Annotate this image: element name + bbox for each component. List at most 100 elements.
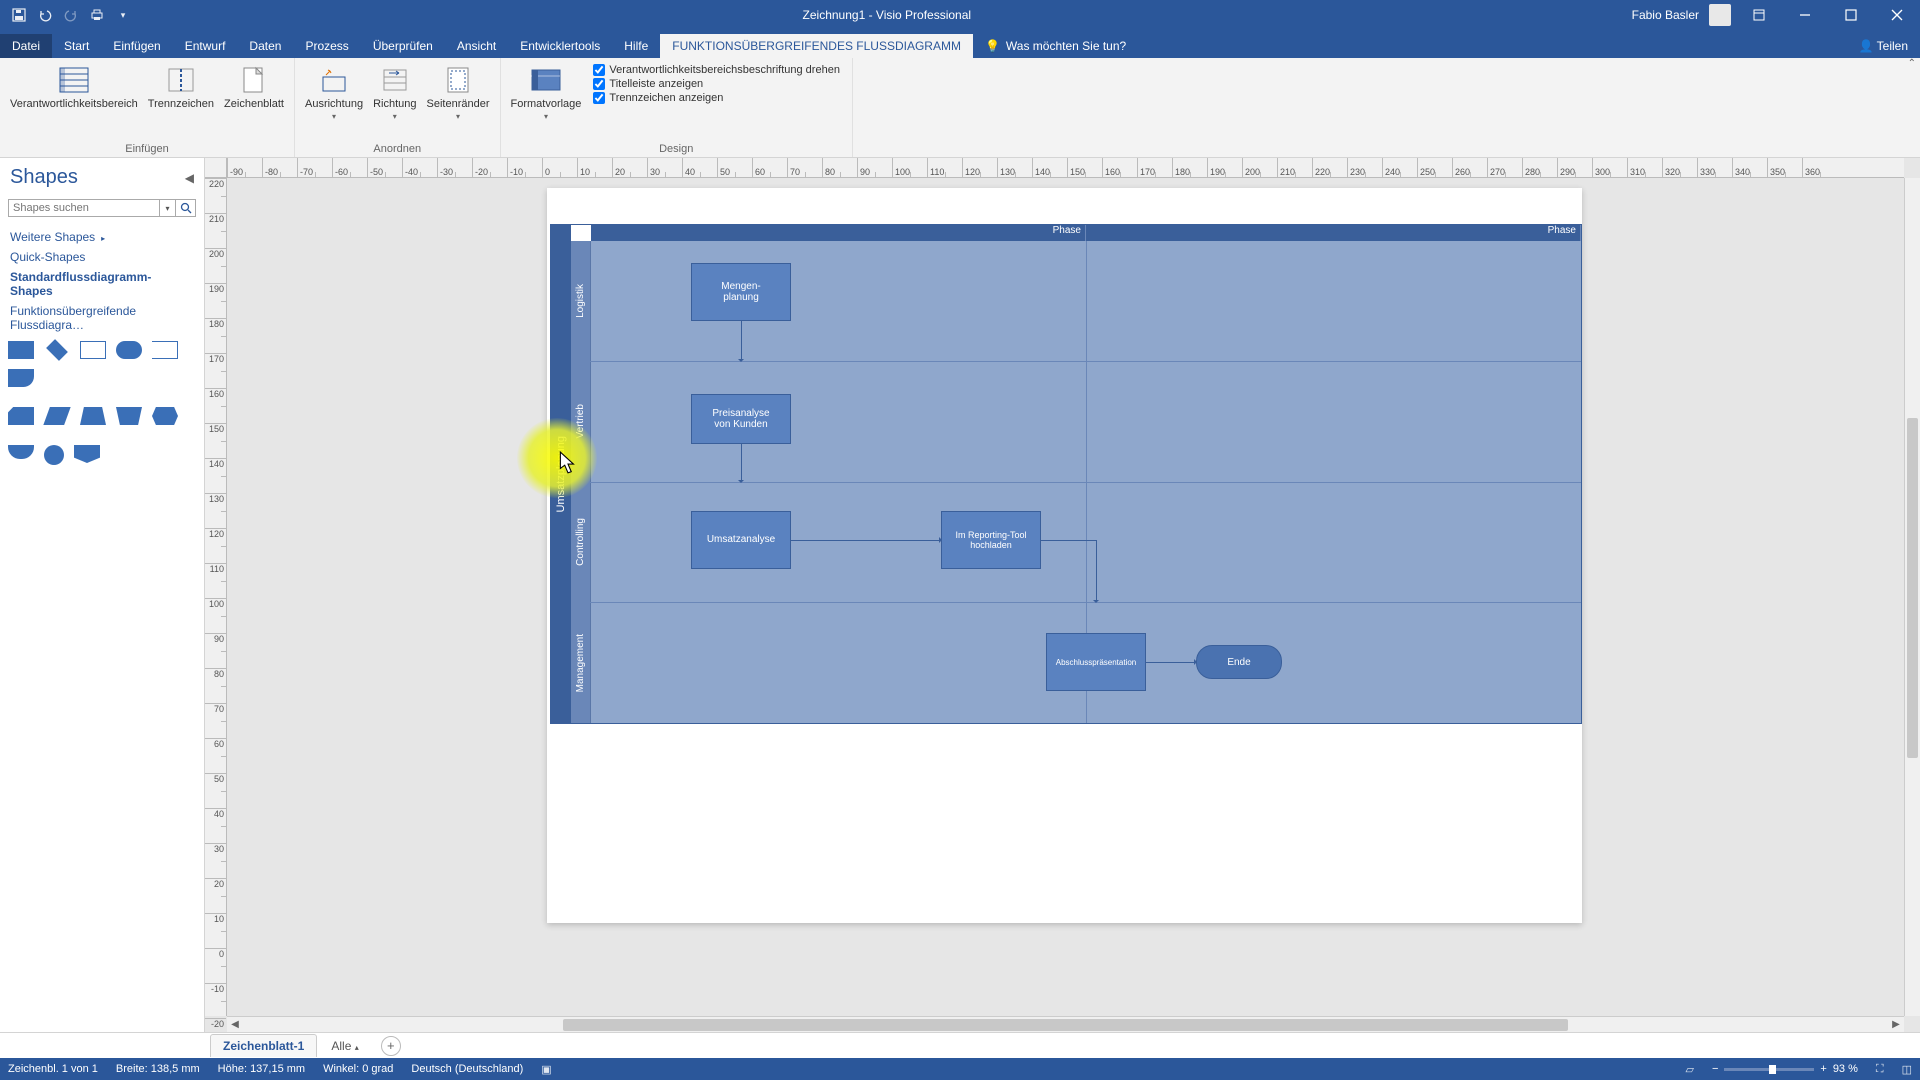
quick-shapes-link[interactable]: Quick-Shapes [0, 247, 204, 267]
tab-process[interactable]: Prozess [293, 34, 360, 58]
shapes-collapse-icon[interactable]: ◀ [185, 171, 194, 185]
style-button[interactable]: Formatvorlage [507, 62, 586, 123]
std-shapes-link[interactable]: Standardflussdiagramm-Shapes [0, 267, 204, 301]
shapes-search-input[interactable] [8, 199, 160, 217]
page-tab-all[interactable]: Alle ▴ [321, 1035, 368, 1057]
tell-me[interactable]: 💡 Was möchten Sie tun? [973, 34, 1138, 58]
page-button[interactable]: Zeichenblatt [220, 62, 288, 112]
connector[interactable] [741, 444, 742, 482]
node-umsatzanalyse[interactable]: Umsatzanalyse [691, 511, 791, 569]
status-lang[interactable]: Deutsch (Deutschland) [411, 1063, 523, 1075]
fit-page-icon[interactable]: ⛶ [1876, 1063, 1884, 1076]
save-icon[interactable] [10, 6, 28, 24]
undo-icon[interactable] [36, 6, 54, 24]
shape-card[interactable] [8, 407, 34, 425]
scroll-left-icon[interactable]: ◀ [227, 1019, 243, 1030]
presentation-mode-icon[interactable]: ▱ [1685, 1063, 1693, 1076]
tab-crossfunctional[interactable]: FUNKTIONSÜBERGREIFENDES FLUSSDIAGRAMM [660, 34, 973, 58]
tab-help[interactable]: Hilfe [612, 34, 660, 58]
node-abschluss[interactable]: Abschlusspräsentation [1046, 633, 1146, 691]
swimlane-button[interactable]: Verantwortlichkeitsbereich [6, 62, 142, 112]
titlebar-checkbox-label[interactable]: Titelleiste anzeigen [593, 78, 840, 90]
shape-delay[interactable] [8, 445, 34, 459]
drawing-page[interactable]: Umsatzplanung Phase Phase Logistik Menge… [547, 188, 1582, 923]
tab-view[interactable]: Ansicht [445, 34, 508, 58]
tab-review[interactable]: Überprüfen [361, 34, 445, 58]
node-preisanalyse[interactable]: Preisanalyse von Kunden [691, 394, 791, 444]
shape-data[interactable] [152, 341, 178, 359]
macro-record-icon[interactable]: ▣ [541, 1063, 551, 1076]
qat-customize-icon[interactable]: ▾ [114, 6, 132, 24]
zoom-level[interactable]: 93 % [1833, 1063, 1858, 1075]
print-icon[interactable] [88, 6, 106, 24]
shape-manual-op[interactable] [80, 407, 106, 425]
lane-logistik[interactable]: Logistik Mengen- planung [571, 241, 1581, 362]
shape-process[interactable] [8, 341, 34, 359]
zoom-slider[interactable] [1724, 1068, 1814, 1071]
zoom-out-icon[interactable]: − [1712, 1063, 1718, 1075]
user-name[interactable]: Fabio Basler [1632, 8, 1699, 22]
tab-insert[interactable]: Einfügen [101, 34, 172, 58]
lane-controlling[interactable]: Controlling Umsatzanalyse Im Reporting-T… [571, 483, 1581, 604]
scrollbar-horizontal[interactable]: ◀ ▶ [227, 1016, 1904, 1032]
phase-2[interactable]: Phase [1086, 225, 1581, 241]
maximize-icon[interactable] [1833, 0, 1869, 30]
shape-offpage[interactable] [74, 445, 100, 463]
status-width: Breite: 138,5 mm [116, 1063, 200, 1075]
zoom-in-icon[interactable]: + [1820, 1063, 1826, 1075]
shape-subprocess[interactable] [80, 341, 106, 359]
tab-developer[interactable]: Entwicklertools [508, 34, 612, 58]
titlebar-checkbox[interactable] [593, 78, 605, 90]
shape-preparation[interactable] [152, 407, 178, 425]
scrollbar-vertical[interactable] [1904, 178, 1920, 1016]
lane-vertrieb[interactable]: Vertrieb Preisanalyse von Kunden [571, 362, 1581, 483]
separator-button[interactable]: Trennzeichen [144, 62, 218, 112]
node-mengenplanung[interactable]: Mengen- planung [691, 263, 791, 321]
ruler-corner [205, 158, 227, 178]
tab-design[interactable]: Entwurf [173, 34, 238, 58]
pan-zoom-icon[interactable]: ◫ [1902, 1063, 1912, 1076]
swimlane-title[interactable]: Umsatzplanung [551, 225, 571, 723]
shape-document[interactable] [8, 369, 34, 387]
swimlane-container[interactable]: Umsatzplanung Phase Phase Logistik Menge… [550, 224, 1582, 724]
scroll-right-icon[interactable]: ▶ [1888, 1019, 1904, 1030]
direction-button[interactable]: Richtung [369, 62, 420, 123]
rotate-checkbox[interactable] [593, 64, 605, 76]
orientation-button[interactable]: Ausrichtung [301, 62, 367, 123]
tab-file[interactable]: Datei [0, 34, 52, 58]
minimize-icon[interactable] [1787, 0, 1823, 30]
avatar[interactable] [1709, 4, 1731, 26]
close-icon[interactable] [1879, 0, 1915, 30]
collapse-ribbon-icon[interactable]: ⌃ [1908, 58, 1916, 69]
tab-data[interactable]: Daten [237, 34, 293, 58]
shape-connector[interactable] [44, 445, 64, 465]
share-button[interactable]: 👤 Teilen [1847, 34, 1920, 58]
separators-checkbox[interactable] [593, 92, 605, 104]
page-tab-1[interactable]: Zeichenblatt-1 [210, 1034, 317, 1057]
ribbon-display-icon[interactable] [1741, 0, 1777, 30]
search-icon[interactable] [176, 199, 196, 217]
redo-icon[interactable] [62, 6, 80, 24]
cross-shapes-link[interactable]: Funktionsübergreifende Flussdiagra… [0, 301, 204, 335]
node-ende[interactable]: Ende [1196, 645, 1282, 679]
lane-management[interactable]: Management Abschlusspräsentation Ende [571, 603, 1581, 723]
canvas[interactable]: Umsatzplanung Phase Phase Logistik Menge… [227, 178, 1904, 1016]
connector[interactable] [791, 540, 941, 541]
separators-checkbox-label[interactable]: Trennzeichen anzeigen [593, 92, 840, 104]
more-shapes-link[interactable]: Weitere Shapes▸ [0, 227, 204, 247]
search-dropdown-icon[interactable]: ▾ [160, 199, 176, 217]
shape-terminator[interactable] [116, 341, 142, 359]
add-page-button[interactable]: + [381, 1036, 401, 1056]
connector[interactable] [1146, 662, 1196, 663]
node-reporting[interactable]: Im Reporting-Tool hochladen [941, 511, 1041, 569]
shape-parallelogram[interactable] [43, 407, 70, 425]
phase-1[interactable]: Phase [591, 225, 1086, 241]
margins-button[interactable]: Seitenränder [423, 62, 494, 123]
shape-decision[interactable] [46, 339, 68, 361]
rotate-label-checkbox[interactable]: Verantwortlichkeitsbereichsbeschriftung … [593, 64, 840, 76]
connector[interactable] [1041, 540, 1096, 541]
connector[interactable] [1096, 540, 1097, 602]
connector[interactable] [741, 321, 742, 361]
tab-start[interactable]: Start [52, 34, 101, 58]
shape-manual-input[interactable] [116, 407, 142, 425]
